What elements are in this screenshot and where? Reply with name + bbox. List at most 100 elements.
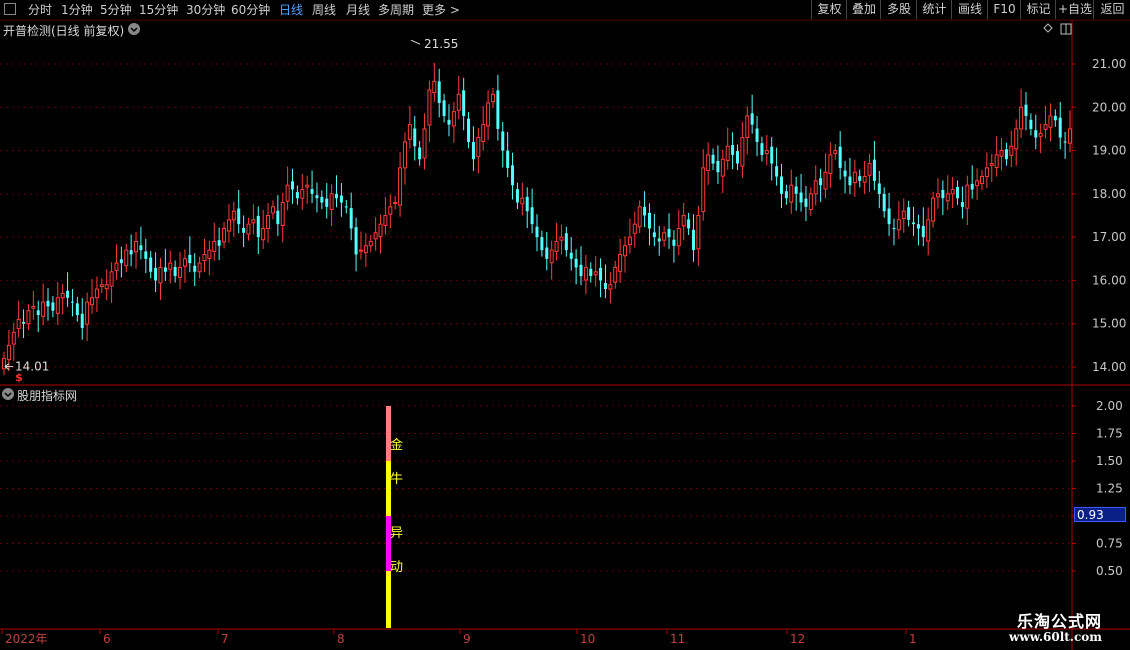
candle-body <box>848 176 852 186</box>
candle-body <box>66 290 70 298</box>
price-tick-label: 19.00 <box>1092 144 1126 158</box>
candle-body <box>119 259 123 264</box>
candle-body <box>139 245 143 251</box>
x-tick-label: 9 <box>463 632 471 646</box>
candle-body <box>667 228 671 238</box>
candle-body <box>896 219 901 231</box>
candle-body <box>579 264 583 277</box>
price-tick-label: 20.00 <box>1092 100 1126 114</box>
candle-body <box>956 186 960 199</box>
candle-body <box>711 154 715 164</box>
candle-body <box>246 223 251 235</box>
candle-body <box>564 233 568 251</box>
candle-body <box>1009 145 1014 156</box>
candle-body <box>80 313 84 329</box>
candle-body <box>569 252 573 259</box>
candle-body <box>907 207 911 220</box>
candle-body <box>525 196 529 212</box>
indicator-bar-segment <box>386 571 391 628</box>
candle-body <box>222 227 227 243</box>
indicator-tick-label: 1.75 <box>1096 427 1123 441</box>
candle-body <box>6 344 11 361</box>
x-tick-label: 6 <box>103 632 111 646</box>
candle-body <box>36 310 40 316</box>
price-tick-label: 14.00 <box>1092 360 1126 374</box>
candle-body <box>892 228 896 230</box>
indicator-tick-label: 0.50 <box>1096 564 1123 578</box>
candle-body <box>75 303 79 316</box>
candle-body <box>740 137 745 167</box>
indicator-panel-title[interactable]: 股朋指标网 <box>17 387 77 404</box>
candle-body <box>823 171 828 190</box>
candle-body <box>520 197 525 205</box>
candle-body <box>662 232 667 241</box>
candle-body <box>652 232 656 238</box>
candle-body <box>231 210 236 221</box>
candle-body <box>799 192 803 203</box>
candle-body <box>60 292 65 299</box>
candle-body <box>994 154 999 168</box>
candle-body <box>490 93 495 103</box>
candle-body <box>442 100 446 116</box>
candle-body <box>813 180 818 195</box>
candle-body <box>1063 141 1067 143</box>
candle-body <box>931 197 936 222</box>
candle-body <box>422 128 427 159</box>
candle-body <box>574 258 578 268</box>
candle-body <box>291 181 295 190</box>
candle-body <box>979 176 984 184</box>
signal-marker: $ <box>15 371 23 384</box>
candle-body <box>794 186 798 194</box>
candle-body <box>999 150 1004 157</box>
candle-body <box>1004 149 1008 160</box>
price-tick-label: 21.00 <box>1092 57 1126 71</box>
candle-body <box>696 215 701 250</box>
candle-body <box>549 249 554 264</box>
candle-body <box>99 284 104 287</box>
candle-body <box>511 165 515 186</box>
candle-body <box>554 240 559 252</box>
candle-body <box>11 331 16 345</box>
candle-body <box>716 160 720 173</box>
candle-body <box>515 189 519 203</box>
candle-body <box>1019 106 1024 130</box>
candle-body <box>941 189 945 199</box>
candle-body <box>471 141 475 160</box>
candle-body <box>559 236 564 241</box>
x-tick-label: 2022年 <box>5 632 48 646</box>
candle-body <box>217 240 221 246</box>
candle-body <box>349 208 353 229</box>
candle-body <box>193 265 197 272</box>
candle-body <box>55 297 60 314</box>
candle-body <box>51 302 55 311</box>
candle-body <box>16 318 21 329</box>
candle-body <box>207 249 212 259</box>
x-tick-label: 12 <box>790 632 805 646</box>
candle-body <box>22 321 26 324</box>
candle-body <box>916 224 920 229</box>
candle-body <box>530 207 534 225</box>
candle-body <box>540 237 544 251</box>
main-panel-title[interactable]: 开普检测(日线 前复权) <box>3 22 124 39</box>
high-arrow <box>410 39 421 45</box>
candle-body <box>632 223 637 234</box>
candle-body <box>226 219 231 232</box>
candle-body <box>603 283 607 290</box>
candle-body <box>486 102 491 127</box>
price-tick-label: 18.00 <box>1092 187 1126 201</box>
candle-body <box>872 159 876 181</box>
candle-body <box>755 128 759 142</box>
candle-body <box>335 193 339 199</box>
candle-body <box>407 124 412 140</box>
candle-body <box>26 310 31 325</box>
candle-body <box>358 249 363 252</box>
candle-body <box>745 115 750 139</box>
candle-body <box>1058 117 1062 138</box>
candle-body <box>329 193 334 210</box>
candle-body <box>31 305 36 309</box>
candle-body <box>85 301 90 325</box>
candle-body <box>862 176 867 183</box>
candle-body <box>354 227 358 255</box>
candle-body <box>506 150 510 168</box>
candle-body <box>109 271 114 287</box>
